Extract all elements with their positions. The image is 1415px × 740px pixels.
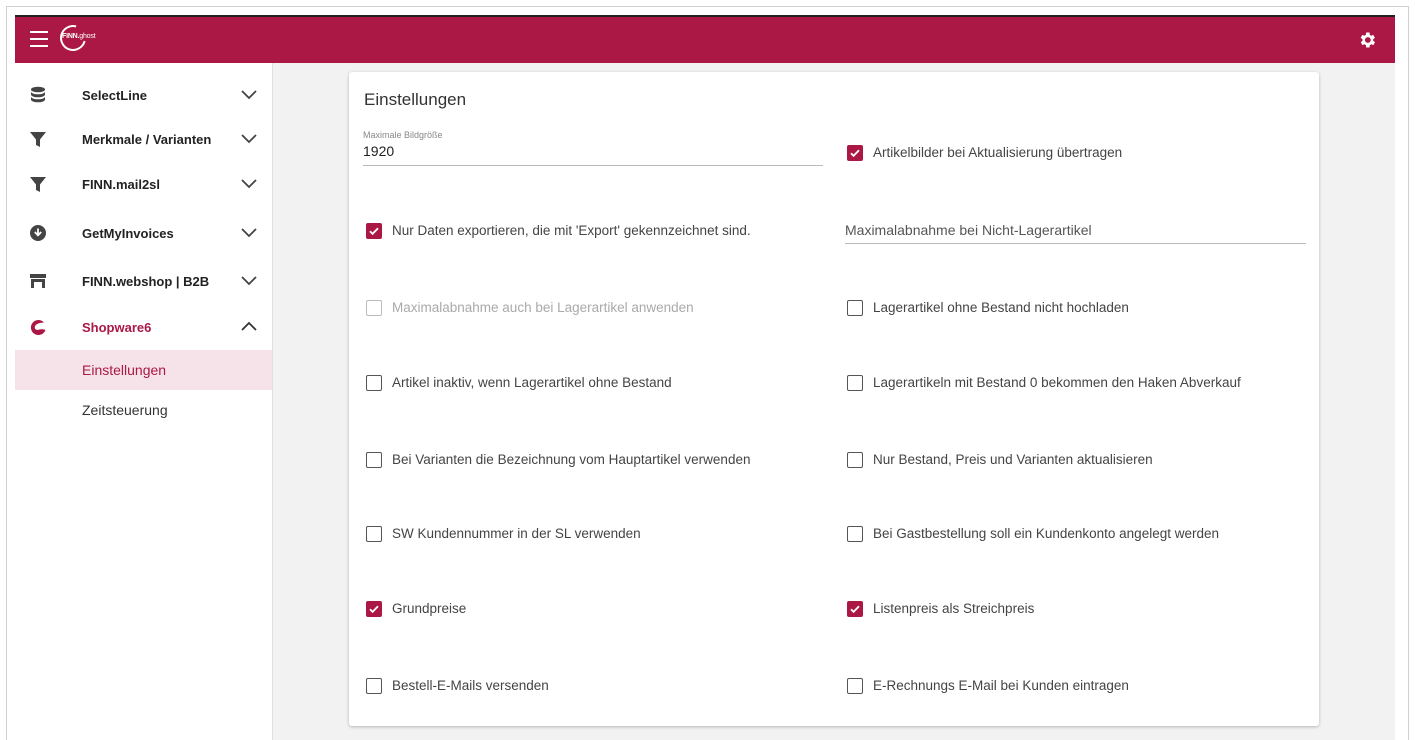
filter-icon bbox=[30, 132, 46, 147]
sidebar-item-label: GetMyInvoices bbox=[82, 226, 174, 241]
checkbox-label: Maximalabnahme auch bei Lagerartikel anw… bbox=[392, 300, 694, 315]
sidebar-item-getmyinvoices[interactable]: GetMyInvoices bbox=[15, 211, 272, 255]
checkbox-label: Nur Daten exportieren, die mit 'Export' … bbox=[392, 223, 751, 238]
checkbox-max-purchase-stock: Maximalabnahme auch bei Lagerartikel anw… bbox=[366, 299, 806, 319]
checkbox-label: Lagerartikeln mit Bestand 0 bekommen den… bbox=[873, 375, 1241, 390]
sidebar-item-mail2sl[interactable]: FINN.mail2sl bbox=[15, 162, 272, 206]
checkbox-checked-icon[interactable] bbox=[847, 601, 863, 617]
field-placeholder: Maximalabnahme bei Nicht-Lagerartikel bbox=[845, 222, 1092, 238]
sidebar-item-label: Merkmale / Varianten bbox=[82, 132, 212, 147]
checkbox-empty-icon[interactable] bbox=[847, 375, 863, 391]
subnav-label: Zeitsteuerung bbox=[82, 402, 168, 418]
checkbox-empty-icon[interactable] bbox=[366, 452, 382, 468]
checkbox-abverkauf[interactable]: Lagerartikeln mit Bestand 0 bekommen den… bbox=[847, 374, 1287, 394]
checkbox-label: E-Rechnungs E-Mail bei Kunden eintragen bbox=[873, 678, 1129, 693]
database-icon bbox=[31, 86, 45, 103]
checkbox-label: Lagerartikel ohne Bestand nicht hochlade… bbox=[873, 300, 1129, 315]
checkbox-order-mails[interactable]: Bestell-E-Mails versenden bbox=[366, 677, 806, 697]
chevron-down-icon bbox=[241, 134, 257, 144]
checkbox-export-only[interactable]: Nur Daten exportieren, die mit 'Export' … bbox=[366, 222, 806, 242]
checkbox-checked-icon[interactable] bbox=[366, 223, 382, 239]
filter-icon bbox=[30, 177, 46, 192]
checkbox-label: Artikelbilder bei Aktualisierung übertra… bbox=[873, 145, 1123, 160]
checkbox-no-upload-without-stock[interactable]: Lagerartikel ohne Bestand nicht hochlade… bbox=[847, 299, 1287, 319]
checkbox-checked-icon[interactable] bbox=[847, 145, 863, 161]
checkbox-label: Listenpreis als Streichpreis bbox=[873, 601, 1035, 616]
shopware-icon bbox=[30, 320, 46, 336]
checkbox-label: Nur Bestand, Preis und Varianten aktuali… bbox=[873, 452, 1153, 467]
sidebar-item-label: SelectLine bbox=[82, 88, 148, 103]
top-app-bar: FINN.ghost bbox=[15, 15, 1395, 63]
field-label: Maximale Bildgröße bbox=[363, 130, 443, 140]
checkbox-label: Artikel inaktiv, wenn Lagerartikel ohne … bbox=[392, 375, 672, 390]
sidebar-item-label: FINN.webshop | B2B bbox=[82, 274, 210, 289]
checkbox-empty-icon[interactable] bbox=[847, 452, 863, 468]
download-circle-icon bbox=[30, 225, 46, 241]
checkbox-transfer-images[interactable]: Artikelbilder bei Aktualisierung übertra… bbox=[847, 144, 1287, 164]
checkbox-label: Bei Gastbestellung soll ein Kundenkonto … bbox=[873, 526, 1219, 541]
sidebar-item-selectline[interactable]: SelectLine bbox=[15, 73, 272, 117]
checkbox-checked-icon[interactable] bbox=[366, 601, 382, 617]
checkbox-empty-icon[interactable] bbox=[847, 526, 863, 542]
checkbox-variant-name[interactable]: Bei Varianten die Bezeichnung vom Haupta… bbox=[366, 451, 806, 471]
checkbox-sw-customer-no[interactable]: SW Kundennummer in der SL verwenden bbox=[366, 525, 806, 545]
checkbox-empty-icon[interactable] bbox=[847, 300, 863, 316]
sidebar-item-webshop-b2b[interactable]: FINN.webshop | B2B bbox=[15, 259, 272, 303]
checkbox-empty-icon[interactable] bbox=[366, 526, 382, 542]
chevron-down-icon bbox=[241, 276, 257, 286]
chevron-down-icon bbox=[241, 228, 257, 238]
gear-icon[interactable] bbox=[1357, 30, 1377, 50]
checkbox-label: Bei Varianten die Bezeichnung vom Haupta… bbox=[392, 452, 751, 467]
settings-card: Einstellungen Maximale Bildgröße 1920 Ma… bbox=[349, 72, 1319, 726]
checkbox-label: Bestell-E-Mails versenden bbox=[392, 678, 549, 693]
checkbox-empty-icon[interactable] bbox=[366, 678, 382, 694]
sidebar-item-label: Shopware6 bbox=[82, 320, 152, 335]
checkbox-base-prices[interactable]: Grundpreise bbox=[366, 600, 806, 620]
checkbox-label: SW Kundennummer in der SL verwenden bbox=[392, 526, 641, 541]
sidebar-item-shopware6[interactable]: Shopware6 bbox=[15, 305, 272, 349]
checkbox-guest-account[interactable]: Bei Gastbestellung soll ein Kundenkonto … bbox=[847, 525, 1287, 545]
checkbox-empty-icon[interactable] bbox=[366, 375, 382, 391]
checkbox-label: Grundpreise bbox=[392, 601, 467, 616]
max-image-size-field[interactable]: Maximale Bildgröße 1920 bbox=[363, 130, 823, 166]
card-title: Einstellungen bbox=[364, 90, 467, 109]
checkbox-invoice-mail[interactable]: E-Rechnungs E-Mail bei Kunden eintragen bbox=[847, 677, 1287, 697]
checkbox-inactive-without-stock[interactable]: Artikel inaktiv, wenn Lagerartikel ohne … bbox=[366, 374, 806, 394]
sidebar-item-label: FINN.mail2sl bbox=[82, 177, 161, 192]
field-value: 1920 bbox=[363, 143, 395, 159]
checkbox-empty-icon bbox=[366, 300, 382, 316]
subnav-einstellungen[interactable]: Einstellungen bbox=[15, 350, 272, 390]
subnav-zeitsteuerung[interactable]: Zeitsteuerung bbox=[15, 390, 272, 430]
max-purchase-non-stock-field[interactable]: Maximalabnahme bei Nicht-Lagerartikel bbox=[845, 222, 1306, 244]
sidebar: SelectLine Merkmale / Varianten FINN.mai… bbox=[15, 63, 273, 740]
chevron-down-icon bbox=[241, 179, 257, 189]
chevron-down-icon bbox=[241, 90, 257, 100]
sidebar-item-merkmale[interactable]: Merkmale / Varianten bbox=[15, 117, 272, 161]
chevron-up-icon bbox=[241, 321, 257, 331]
subnav-label: Einstellungen bbox=[82, 362, 167, 378]
finn-ghost-logo[interactable]: FINN.ghost bbox=[55, 20, 112, 56]
checkbox-list-price[interactable]: Listenpreis als Streichpreis bbox=[847, 600, 1287, 620]
menu-icon[interactable] bbox=[30, 31, 48, 47]
checkbox-update-only[interactable]: Nur Bestand, Preis und Varianten aktuali… bbox=[847, 451, 1287, 471]
checkbox-empty-icon[interactable] bbox=[847, 678, 863, 694]
store-icon bbox=[30, 274, 46, 288]
